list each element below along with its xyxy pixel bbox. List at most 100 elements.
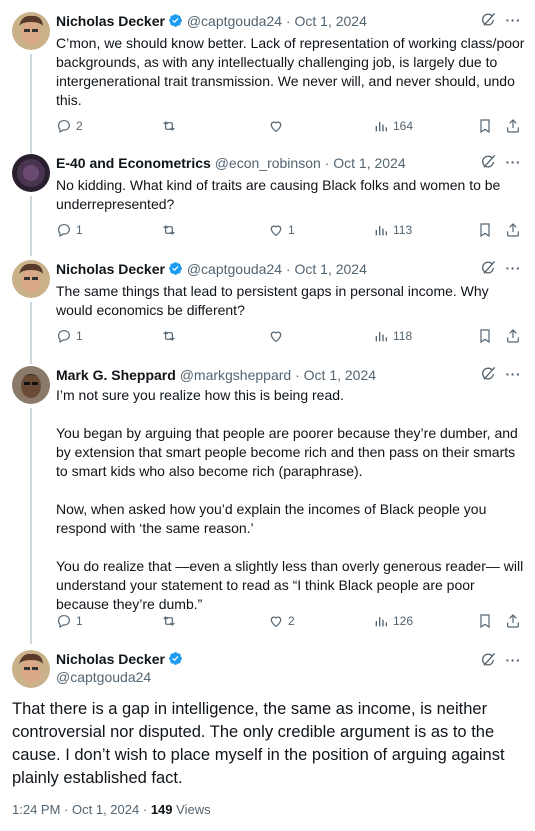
tweet-top-icons: ··· [480,12,522,28]
share-button[interactable] [505,613,521,629]
like-icon [270,331,282,343]
reply-count: 1 [76,329,83,343]
views-count: 164 [393,119,414,133]
author-name[interactable]: Nicholas Decker [56,261,165,277]
author-name[interactable]: Nicholas Decker [56,651,165,667]
share-button[interactable] [505,118,521,134]
more-icon[interactable]: ··· [506,155,522,169]
avatar[interactable] [12,366,50,404]
like-button[interactable]: 1 [268,222,295,238]
tweet-date[interactable]: Oct 1, 2024 [294,13,366,29]
views-button[interactable]: 164 [373,118,413,134]
reply-icon [58,120,70,134]
reply-button[interactable]: 1 [56,222,83,238]
repost-icon [163,225,175,235]
separator: · [142,802,148,817]
tweet-top-icons: ··· [480,366,522,382]
main-tweet-meta: 1:24 PM · Oct 1, 2024 · 149 Views [12,802,211,817]
share-button[interactable] [505,328,521,344]
action-bar: 2 164 [56,118,526,136]
grok-icon[interactable] [480,260,496,276]
tweet-date[interactable]: Oct 1, 2024 [294,261,366,277]
like-icon [270,616,282,628]
bookmark-button[interactable] [477,222,493,238]
action-bar: 1 1 113 [56,222,526,240]
views-count: 113 [393,223,413,237]
tweet-paragraph: No kidding. What kind of traits are caus… [56,177,501,212]
more-icon[interactable]: ··· [506,261,522,275]
repost-button[interactable] [161,118,181,134]
views-icon [375,332,387,342]
bookmark-button[interactable] [477,118,493,134]
like-button[interactable]: 2 [268,613,295,629]
author-name[interactable]: E-40 and Econometrics [56,155,211,171]
views-button[interactable]: 126 [373,613,413,629]
more-icon[interactable]: ··· [506,13,522,27]
separator: · [285,13,291,29]
repost-icon [163,616,175,626]
author-name[interactable]: Mark G. Sheppard [56,367,176,383]
thread-line [30,408,32,644]
share-icon [507,329,519,343]
separator: · [295,367,300,383]
author-handle[interactable]: @captgouda24 [56,668,183,686]
more-icon[interactable]: ··· [506,367,522,381]
avatar[interactable] [12,154,50,192]
tweet-date[interactable]: Oct 1, 2024 [304,367,376,383]
author-handle[interactable]: @captgouda24 [187,13,282,29]
share-button[interactable] [505,222,521,238]
grok-icon[interactable] [480,652,496,668]
repost-button[interactable] [161,328,181,344]
bookmark-button[interactable] [477,613,493,629]
avatar[interactable] [12,260,50,298]
author-handle[interactable]: @captgouda24 [187,261,282,277]
reply-count: 1 [76,223,83,237]
reply-icon [58,615,70,629]
reply-count: 1 [76,614,83,628]
bookmark-button[interactable] [477,328,493,344]
reply-button[interactable]: 2 [56,118,83,134]
views-icon [375,122,387,132]
share-icon [507,119,519,133]
reply-button[interactable]: 1 [56,328,83,344]
avatar[interactable] [12,12,50,50]
author-handle[interactable]: @markgsheppard [180,367,292,383]
repost-icon [163,121,175,131]
thread-line [30,302,32,364]
grok-icon[interactable] [480,154,496,170]
tweet-time[interactable]: 1:24 PM [12,802,60,817]
tweet-paragraph: You began by arguing that people are poo… [56,425,518,479]
tweet-header: Mark G. Sheppard @markgsheppard · Oct 1,… [56,366,376,384]
repost-button[interactable] [161,222,181,238]
grok-icon[interactable] [480,12,496,28]
tweet-text: The same things that lead to persistent … [56,282,526,320]
tweet-date[interactable]: Oct 1, 2024 [333,155,405,171]
views-button[interactable]: 118 [373,328,412,344]
reply-count: 2 [76,119,83,133]
tweet-top-icons: ··· [480,154,522,170]
more-icon[interactable]: ··· [506,653,522,667]
separator: · [324,155,330,171]
like-button[interactable] [268,328,288,344]
share-icon [507,614,519,628]
like-button[interactable] [268,118,288,134]
repost-button[interactable] [161,613,181,629]
separator: · [64,802,69,817]
verified-badge-icon [169,262,182,275]
author-name[interactable]: Nicholas Decker [56,13,165,29]
tweet-date[interactable]: Oct 1, 2024 [72,802,139,817]
reply-icon [58,330,70,344]
tweet-paragraph: I’m not sure you realize how this is bei… [56,387,344,403]
tweet-header: E-40 and Econometrics @econ_robinson · O… [56,154,406,172]
grok-icon[interactable] [480,366,496,382]
views-count: 149 [150,802,173,817]
avatar[interactable] [12,650,50,688]
action-bar: 1 118 [56,328,526,346]
views-button[interactable]: 113 [373,222,412,238]
views-icon [375,617,387,627]
separator: · [285,261,291,277]
tweet-top-icons: ··· [480,260,522,276]
thread-line [30,196,32,256]
reply-button[interactable]: 1 [56,613,83,629]
author-handle[interactable]: @econ_robinson [215,155,321,171]
